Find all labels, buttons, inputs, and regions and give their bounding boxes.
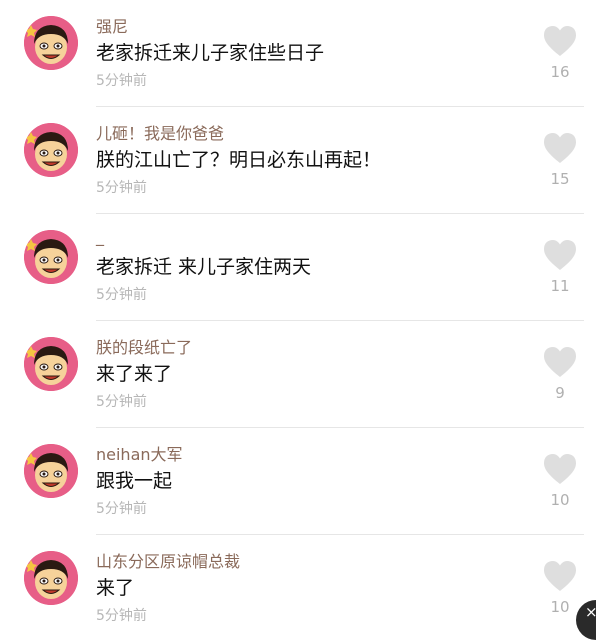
comment-item: 儿砸！我是你爸爸 朕的江山亡了？明日必东山再起！ 5分钟前 15 [0, 107, 596, 214]
close-icon: × [585, 603, 596, 621]
like-count: 9 [555, 384, 565, 402]
avatar-face-icon [24, 230, 78, 284]
like-button[interactable] [542, 452, 578, 486]
comment-text: 老家拆迁来儿子家住些日子 [96, 42, 325, 64]
comment-username[interactable]: 儿砸！我是你爸爸 [96, 120, 224, 144]
comment-time: 5分钟前 [96, 287, 147, 303]
avatar-face-icon [24, 551, 78, 605]
like-button[interactable] [542, 559, 578, 593]
like-button[interactable] [542, 238, 578, 272]
user-avatar[interactable] [24, 551, 78, 605]
user-avatar[interactable] [24, 444, 78, 498]
user-avatar[interactable] [24, 230, 78, 284]
like-button[interactable] [542, 24, 578, 58]
comment-text: 跟我一起 [96, 470, 173, 492]
comment-list: 强尼 老家拆迁来儿子家住些日子 5分钟前 16 儿砸！我是你爸爸 朕的江山亡了？… [0, 0, 596, 642]
comment-username[interactable]: neihan大军 [96, 441, 183, 465]
heart-icon [544, 240, 576, 270]
heart-icon [544, 347, 576, 377]
avatar-face-icon [24, 16, 78, 70]
comment-item: 朕的段纸亡了 来了来了 5分钟前 9 [0, 321, 596, 428]
avatar-face-icon [24, 337, 78, 391]
comment-item: 强尼 老家拆迁来儿子家住些日子 5分钟前 16 [0, 0, 596, 107]
comment-item: _ 老家拆迁 来儿子家住两天 5分钟前 11 [0, 214, 596, 321]
comment-time: 5分钟前 [96, 501, 147, 517]
comment-time: 5分钟前 [96, 608, 147, 624]
like-count: 10 [550, 491, 570, 509]
heart-icon [544, 454, 576, 484]
avatar-face-icon [24, 444, 78, 498]
comment-time: 5分钟前 [96, 180, 147, 196]
like-count: 15 [550, 170, 570, 188]
user-avatar[interactable] [24, 16, 78, 70]
comment-text: 老家拆迁 来儿子家住两天 [96, 256, 312, 278]
comment-time: 5分钟前 [96, 73, 147, 89]
heart-icon [544, 561, 576, 591]
comment-username[interactable]: 山东分区原谅帽总裁 [96, 548, 240, 572]
user-avatar[interactable] [24, 337, 78, 391]
comment-username[interactable]: _ [96, 227, 104, 246]
avatar-face-icon [24, 123, 78, 177]
comment-username[interactable]: 强尼 [96, 13, 128, 37]
like-count: 16 [550, 63, 570, 81]
user-avatar[interactable] [24, 123, 78, 177]
heart-icon [544, 133, 576, 163]
like-button[interactable] [542, 345, 578, 379]
like-count: 11 [550, 277, 570, 295]
comment-time: 5分钟前 [96, 394, 147, 410]
comment-item: 山东分区原谅帽总裁 来了 5分钟前 10 [0, 535, 596, 642]
comment-username[interactable]: 朕的段纸亡了 [96, 334, 192, 358]
comment-item: neihan大军 跟我一起 5分钟前 10 [0, 428, 596, 535]
heart-icon [544, 26, 576, 56]
comment-text: 来了 [96, 577, 135, 599]
like-button[interactable] [542, 131, 578, 165]
comment-text: 来了来了 [96, 363, 173, 385]
comment-text: 朕的江山亡了？明日必东山再起！ [96, 149, 382, 171]
